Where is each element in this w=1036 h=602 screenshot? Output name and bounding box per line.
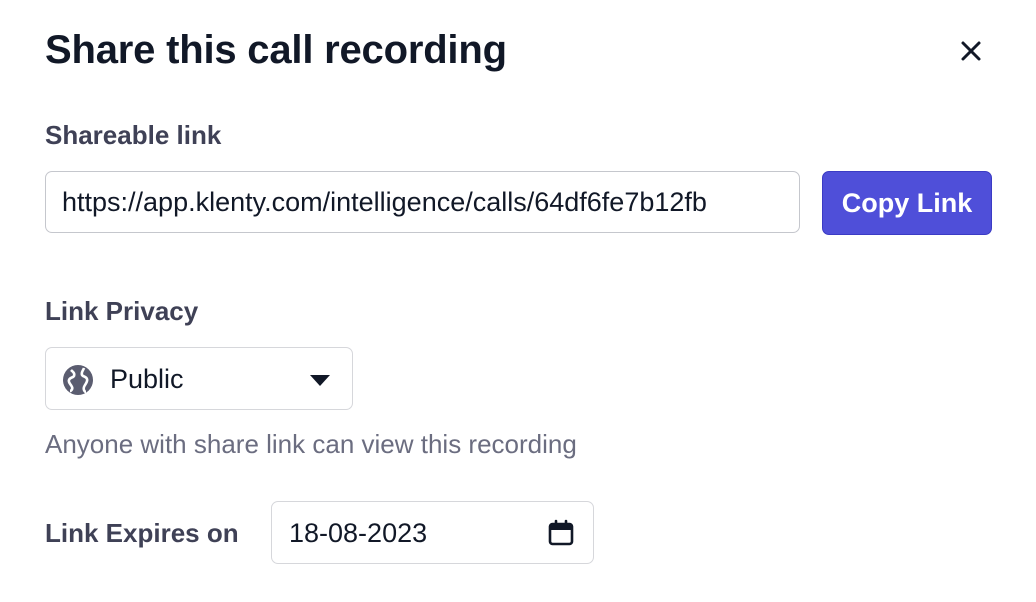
globe-icon [63, 365, 93, 395]
close-icon [961, 41, 981, 61]
share-recording-dialog: Share this call recording Shareable link… [0, 0, 1036, 602]
expiry-date-input[interactable]: 18-08-2023 [271, 501, 594, 564]
link-privacy-select[interactable]: Public [45, 347, 353, 410]
copy-link-button[interactable]: Copy Link [822, 171, 992, 235]
privacy-selected-value: Public [110, 364, 184, 394]
shareable-link-label: Shareable link [45, 120, 222, 150]
privacy-helper-text: Anyone with share link can view this rec… [45, 429, 577, 459]
link-privacy-label: Link Privacy [45, 296, 199, 326]
close-button[interactable] [956, 36, 986, 66]
calendar-icon[interactable] [547, 519, 575, 547]
shareable-link-input[interactable] [45, 171, 800, 233]
chevron-down-icon [310, 375, 330, 386]
expiry-date-value: 18-08-2023 [289, 518, 428, 548]
dialog-title: Share this call recording [45, 28, 507, 72]
link-expires-label: Link Expires on [45, 518, 239, 548]
